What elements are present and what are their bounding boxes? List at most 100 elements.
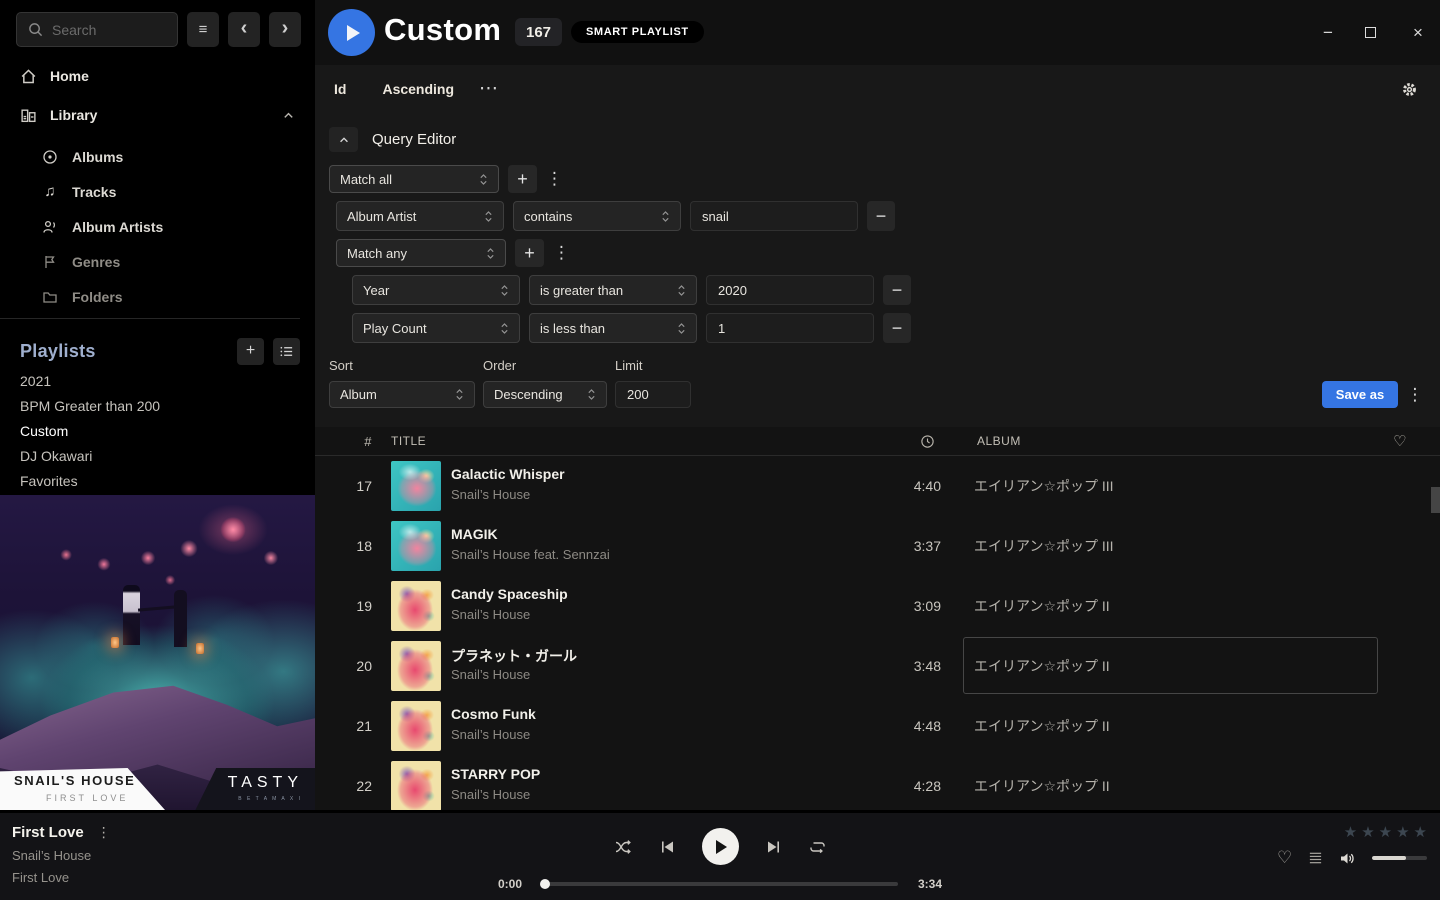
now-playing-menu-button[interactable]: ⋮ — [97, 824, 111, 841]
rule-operator-select[interactable]: is greater than — [529, 275, 697, 305]
playlist-item[interactable]: Custom — [0, 419, 315, 444]
rule-group-menu-button[interactable]: ⋮ — [546, 169, 562, 189]
rule-field-select[interactable]: Year — [352, 275, 520, 305]
track-title[interactable]: プラネット・ガール — [451, 646, 577, 666]
add-rule-button[interactable]: + — [508, 165, 537, 193]
scrollbar-thumb[interactable] — [1431, 487, 1440, 513]
rating-stars[interactable]: ★ ★ ★ ★ ★ — [1277, 823, 1427, 841]
nav-forward-button[interactable]: › — [269, 12, 301, 47]
remove-rule-button[interactable]: − — [883, 275, 911, 305]
playlist-item[interactable]: Favorites — [0, 469, 315, 494]
next-track-button[interactable] — [766, 840, 781, 854]
star-icon[interactable]: ★ — [1344, 823, 1357, 841]
play-pause-button[interactable] — [702, 828, 739, 865]
table-row[interactable]: 17 Galactic Whisper Snail’s House 4:40 エ… — [315, 456, 1440, 516]
track-album[interactable]: エイリアン☆ポップ III — [974, 476, 1114, 496]
shuffle-button[interactable] — [614, 839, 633, 855]
rule-operator-select[interactable]: contains — [513, 201, 681, 231]
table-row[interactable]: 20 プラネット・ガール Snail’s House 3:48 エイリアン☆ポッ… — [315, 636, 1440, 696]
sidebar-item-tracks[interactable]: ♫ Tracks — [0, 174, 315, 209]
track-artist[interactable]: Snail’s House feat. Sennzai — [451, 547, 610, 562]
query-limit-input[interactable]: 200 — [615, 381, 691, 408]
close-button[interactable]: × — [1410, 23, 1426, 43]
track-album-cell[interactable]: エイリアン☆ポップ III — [963, 517, 1378, 574]
play-playlist-button[interactable] — [328, 9, 375, 56]
remove-rule-button[interactable]: − — [883, 313, 911, 343]
table-row[interactable]: 22 STARRY POP Snail’s House 4:28 エイリアン☆ポ… — [315, 756, 1440, 810]
favorite-column-header[interactable]: ♡ — [1393, 427, 1407, 456]
rule-value-input[interactable]: 1 — [706, 313, 874, 343]
rule-operator-select[interactable]: is less than — [529, 313, 697, 343]
match-type-select[interactable]: Match all — [329, 165, 499, 193]
track-artist[interactable]: Snail’s House — [451, 487, 530, 502]
sort-field-button[interactable]: Id — [334, 81, 346, 97]
playlist-list-options-button[interactable] — [273, 338, 300, 365]
track-artist[interactable]: Snail’s House — [451, 607, 530, 622]
repeat-button[interactable] — [808, 839, 827, 855]
now-playing-album[interactable]: First Love — [12, 870, 111, 885]
remove-rule-button[interactable]: − — [867, 201, 895, 231]
rule-field-select[interactable]: Album Artist — [336, 201, 504, 231]
sidebar-item-folders[interactable]: Folders — [0, 279, 315, 314]
track-artist[interactable]: Snail’s House — [451, 787, 530, 802]
track-title[interactable]: STARRY POP — [451, 766, 540, 782]
volume-slider[interactable] — [1372, 856, 1427, 860]
rule-value-input[interactable]: snail — [690, 201, 858, 231]
now-playing-artist[interactable]: Snail’s House — [12, 848, 111, 863]
query-sort-select[interactable]: Album — [329, 381, 475, 408]
seek-slider-thumb[interactable] — [540, 879, 550, 889]
table-row[interactable]: 18 MAGIK Snail’s House feat. Sennzai 3:3… — [315, 516, 1440, 576]
minimize-button[interactable]: − — [1320, 23, 1336, 43]
sidebar-item-album-artists[interactable]: Album Artists — [0, 209, 315, 244]
rule-field-select[interactable]: Play Count — [352, 313, 520, 343]
rule-group-menu-button[interactable]: ⋮ — [553, 243, 569, 263]
star-icon[interactable]: ★ — [1379, 823, 1392, 841]
track-title[interactable]: Cosmo Funk — [451, 706, 536, 722]
track-album[interactable]: エイリアン☆ポップ III — [974, 536, 1114, 556]
track-title[interactable]: Galactic Whisper — [451, 466, 565, 482]
maximize-button[interactable] — [1365, 27, 1381, 38]
sort-direction-button[interactable]: Ascending — [382, 81, 454, 97]
menu-button[interactable]: ≡ — [187, 12, 219, 47]
album-column-header[interactable]: ALBUM — [977, 427, 1021, 456]
search-input[interactable]: Search — [16, 12, 178, 47]
title-column-header[interactable]: TITLE — [391, 427, 426, 456]
volume-icon[interactable] — [1339, 851, 1356, 866]
gear-icon[interactable] — [1401, 81, 1418, 98]
star-icon[interactable]: ★ — [1414, 823, 1427, 841]
track-album[interactable]: エイリアン☆ポップ II — [974, 716, 1110, 736]
track-album-cell[interactable]: エイリアン☆ポップ III — [963, 457, 1378, 514]
collapse-query-editor-button[interactable] — [329, 127, 358, 152]
sidebar-item-home[interactable]: Home — [0, 60, 315, 92]
playlist-item[interactable]: DJ Okawari — [0, 444, 315, 469]
star-icon[interactable]: ★ — [1396, 823, 1409, 841]
track-title[interactable]: Candy Spaceship — [451, 586, 568, 602]
chevron-up-icon[interactable] — [282, 109, 295, 122]
track-artist[interactable]: Snail’s House — [451, 667, 530, 682]
track-album-cell[interactable]: エイリアン☆ポップ II — [963, 757, 1378, 810]
previous-track-button[interactable] — [660, 840, 675, 854]
table-row[interactable]: 21 Cosmo Funk Snail’s House 4:48 エイリアン☆ポ… — [315, 696, 1440, 756]
track-album-cell[interactable]: エイリアン☆ポップ II — [963, 637, 1378, 694]
track-album-cell[interactable]: エイリアン☆ポップ II — [963, 577, 1378, 634]
track-album-cell[interactable]: エイリアン☆ポップ II — [963, 697, 1378, 754]
track-title[interactable]: MAGIK — [451, 526, 498, 542]
sidebar-item-genres[interactable]: Genres — [0, 244, 315, 279]
star-icon[interactable]: ★ — [1361, 823, 1374, 841]
track-album[interactable]: エイリアン☆ポップ II — [974, 776, 1110, 796]
save-as-button[interactable]: Save as — [1322, 381, 1398, 408]
playlist-item[interactable]: 2021 — [0, 369, 315, 394]
add-playlist-button[interactable]: + — [237, 338, 264, 365]
track-album[interactable]: エイリアン☆ポップ II — [974, 656, 1110, 676]
queue-button[interactable] — [1308, 851, 1323, 865]
duration-column-header[interactable] — [920, 434, 935, 449]
add-rule-button[interactable]: + — [515, 239, 544, 267]
track-artist[interactable]: Snail’s House — [451, 727, 530, 742]
playlist-item[interactable]: BPM Greater than 200 — [0, 394, 315, 419]
table-row[interactable]: 19 Candy Spaceship Snail’s House 3:09 エイ… — [315, 576, 1440, 636]
nav-back-button[interactable]: ‹ — [228, 12, 260, 47]
match-type-select[interactable]: Match any — [336, 239, 506, 267]
favorite-button[interactable]: ♡ — [1277, 850, 1292, 866]
now-playing-cover-art[interactable]: SNAIL'S HOUSE FIRST LOVE TASTY B E T A M… — [0, 495, 315, 810]
sidebar-item-albums[interactable]: Albums — [0, 139, 315, 174]
